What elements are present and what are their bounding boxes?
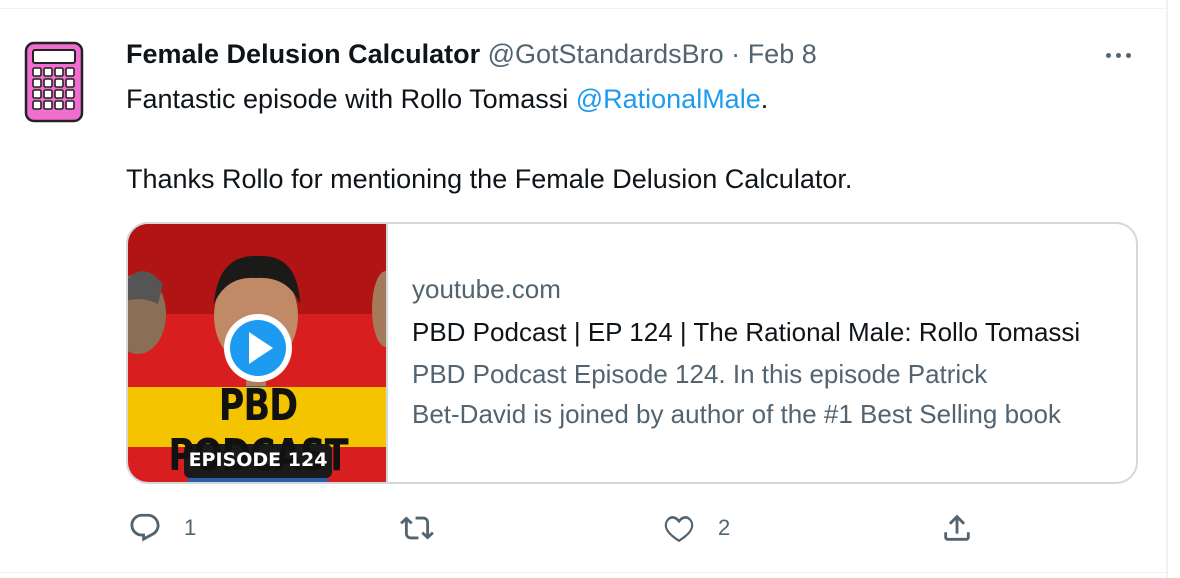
tweet[interactable]: Female Delusion Calculator @GotStandards… [0,0,1180,578]
card-description-line-2: Bet-David is joined by author of the #1 … [412,399,1061,429]
text-prefix: Fantastic episode with Rollo Tomassi [126,84,576,114]
author-name[interactable]: Female Delusion Calculator [126,39,480,69]
reply-icon [130,513,160,542]
bottom-divider [0,572,1166,573]
tweet-text-line-2: Thanks Rollo for mentioning the Female D… [126,164,853,194]
avatar[interactable] [20,40,86,124]
calculator-icon [24,41,84,123]
card-title: PBD Podcast | EP 124 | The Rational Male… [412,317,1081,347]
card-domain: youtube.com [412,274,561,304]
tweet-header: Female Delusion Calculator @GotStandards… [126,38,817,70]
card-description-line-1: PBD Podcast Episode 124. In this episode… [412,359,988,389]
author-handle[interactable]: @GotStandardsBro [488,39,724,69]
reply-count: 1 [184,515,197,540]
text-suffix: . [760,84,769,114]
top-divider [0,8,1166,9]
thumbnail-episode-text: EPISODE 124 [188,449,328,471]
like-button[interactable]: 2 [662,508,730,548]
card-thumbnail[interactable]: PBD PODCAST EPISODE 124 [128,224,388,482]
heart-icon [664,515,694,543]
mention-link[interactable]: @RationalMale [576,84,761,114]
right-divider [1166,0,1168,578]
like-count: 2 [718,515,731,540]
retweet-icon [400,516,434,540]
more-options-icon[interactable] [1098,40,1138,70]
tweet-date[interactable]: Feb 8 [748,39,817,69]
tweet-text-line-1: Fantastic episode with Rollo Tomassi @Ra… [126,83,768,115]
share-button[interactable] [940,508,996,548]
share-icon [944,514,970,541]
link-card[interactable]: PBD PODCAST EPISODE 124 youtube.com PBD … [126,222,1138,484]
retweet-button[interactable] [398,508,458,548]
header-separator: · [731,39,741,69]
reply-button[interactable]: 1 [128,508,196,548]
